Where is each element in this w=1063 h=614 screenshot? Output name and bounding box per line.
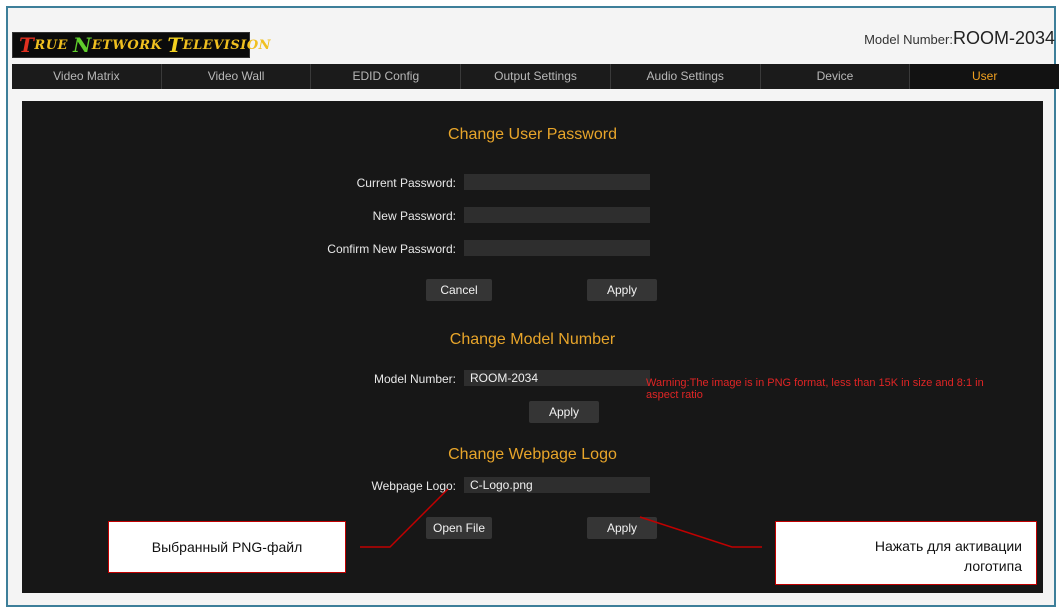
password-cancel-button[interactable]: Cancel: [426, 279, 492, 301]
model-number-value: ROOM-2034: [952, 28, 1055, 48]
logo-word-rue: RUE: [34, 37, 68, 53]
logo-letter-n: N: [72, 33, 92, 57]
new-password-label: New Password:: [372, 209, 456, 223]
new-password-input[interactable]: [464, 207, 650, 223]
password-section-title: Change User Password: [448, 126, 617, 143]
logo-apply-button[interactable]: Apply: [587, 517, 657, 539]
logo-section-title: Change Webpage Logo: [448, 446, 617, 463]
model-number-input[interactable]: [464, 370, 650, 386]
model-number-field-label: Model Number:: [373, 372, 456, 386]
logo-word-etwork: ETWORK: [91, 37, 163, 53]
webpage-logo-label: Webpage Logo:: [371, 479, 456, 493]
tab-device[interactable]: Device: [761, 64, 911, 89]
tab-video-wall[interactable]: Video Wall: [162, 64, 312, 89]
tab-edid-config[interactable]: EDID Config: [311, 64, 462, 89]
header: T RUE N ETWORK T ELEVISION Model Number:…: [12, 26, 1062, 64]
logo-word-elevision: ELEVISION: [182, 37, 272, 53]
logo-letter-t: T: [19, 33, 35, 57]
confirm-password-label: Confirm New Password:: [327, 242, 456, 256]
model-number-display: Model Number:ROOM-2034: [864, 28, 1055, 49]
webpage-logo-input[interactable]: [464, 477, 650, 493]
confirm-password-input[interactable]: [464, 240, 650, 256]
current-password-label: Current Password:: [356, 176, 456, 190]
tab-output-settings[interactable]: Output Settings: [461, 64, 611, 89]
open-file-button[interactable]: Open File: [426, 517, 492, 539]
tab-video-matrix[interactable]: Video Matrix: [12, 64, 162, 89]
logo-letter-t2: T: [167, 33, 183, 57]
logo-warning-text: Warning:The image is in PNG format, less…: [646, 377, 984, 401]
tab-audio-settings[interactable]: Audio Settings: [611, 64, 761, 89]
brand-logo: T RUE N ETWORK T ELEVISION: [12, 32, 271, 58]
model-number-label: Model Number:: [864, 32, 953, 47]
top-nav: Video Matrix Video Wall EDID Config Outp…: [12, 64, 1060, 89]
callout-activate-logo: Нажать для активации логотипа: [775, 521, 1037, 585]
callout-selected-png-text: Выбранный PNG-файл: [151, 539, 303, 555]
model-section-title: Change Model Number: [449, 331, 616, 348]
model-apply-button[interactable]: Apply: [529, 401, 599, 423]
user-settings-panel: Change User Password Current Password: N…: [22, 101, 1043, 593]
callout-activate-logo-line1: Нажать для активации: [874, 538, 1022, 554]
callout-selected-png: Выбранный PNG-файл: [108, 521, 346, 573]
callout-activate-logo-line2: логотипа: [964, 558, 1022, 574]
password-apply-button[interactable]: Apply: [587, 279, 657, 301]
current-password-input[interactable]: [464, 174, 650, 190]
tab-user[interactable]: User: [910, 64, 1060, 89]
